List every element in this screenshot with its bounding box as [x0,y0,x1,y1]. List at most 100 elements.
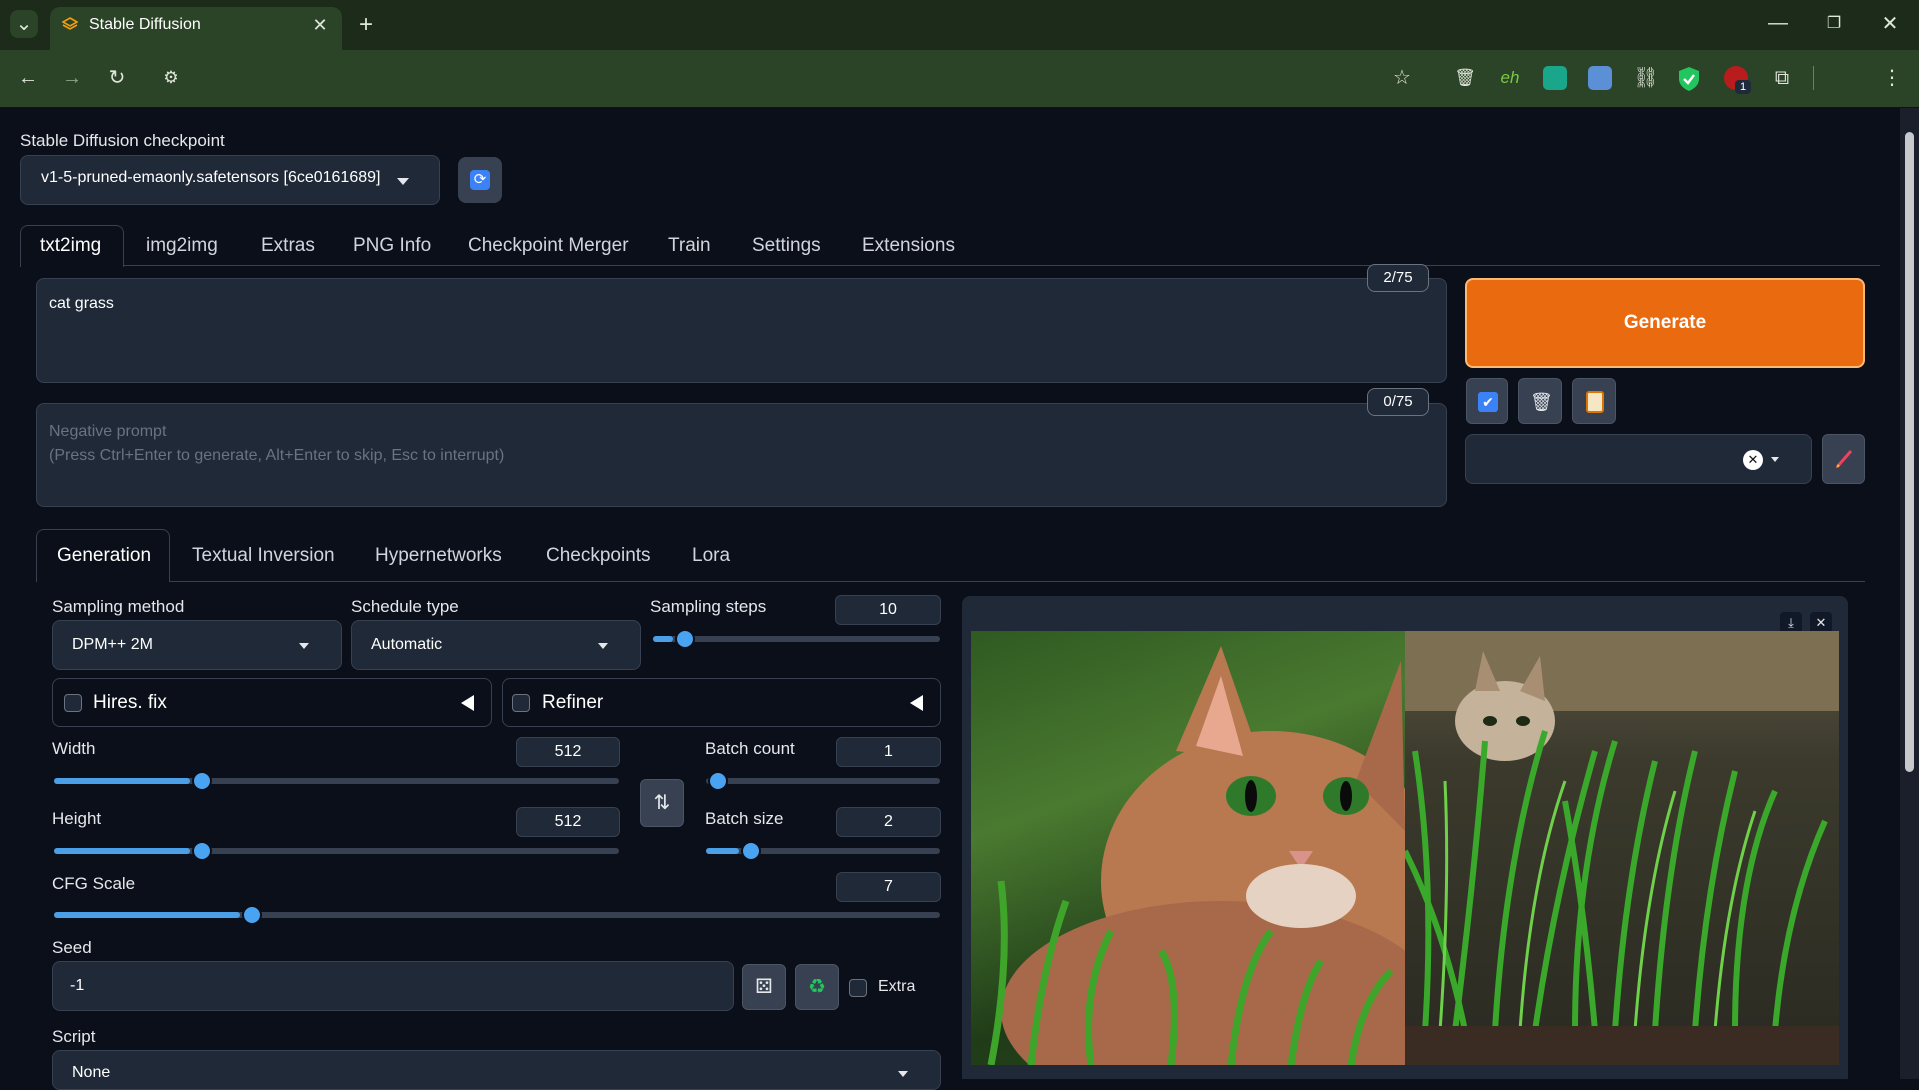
checkpoint-caret-icon [397,178,409,185]
shield-icon[interactable] [1677,66,1701,92]
toolbar-divider [1813,66,1814,90]
batch-count-slider[interactable] [706,771,940,791]
refiner-label: Refiner [542,692,604,713]
paste-params-button[interactable] [1572,378,1616,424]
checkpoint-label: Stable Diffusion checkpoint [20,131,225,150]
forward-icon[interactable]: → [58,64,86,92]
batch-size-input[interactable]: 2 [836,807,941,837]
slider-thumb[interactable] [675,629,696,649]
seed-input[interactable] [52,961,734,1011]
puzzle-extensions-icon[interactable]: ⧉ [1768,64,1796,92]
tab-generation-label: Generation [57,545,152,566]
bookmark-star-icon[interactable]: ☆ [1388,64,1416,92]
cfg-scale-input[interactable]: 7 [836,872,941,902]
extension-badge: 1 [1735,80,1751,94]
schedule-type-value: Automatic [371,636,443,653]
clear-prompt-button[interactable]: 🗑 [1518,378,1562,424]
slider-thumb[interactable] [242,905,263,925]
slider-thumb[interactable] [191,841,212,861]
scrollbar-thumb[interactable] [1905,132,1914,772]
sampling-steps-slider[interactable] [653,629,940,649]
extension-blue-icon[interactable] [1588,66,1612,90]
refiner-collapse-icon[interactable] [910,695,923,711]
sampling-steps-input[interactable]: 10 [835,595,941,625]
height-slider[interactable] [54,841,619,861]
tab-textual-inversion[interactable]: Textual Inversion [192,545,335,567]
edit-styles-button[interactable] [1822,434,1865,484]
generate-label: Generate [1623,312,1707,333]
extra-seed-checkbox[interactable] [849,979,867,997]
script-dropdown[interactable] [52,1050,941,1090]
hires-fix-checkbox[interactable] [64,694,82,712]
slider-thumb[interactable] [708,771,728,791]
slider-track[interactable] [706,778,940,784]
negative-prompt-placeholder: Negative prompt (Press Ctrl+Enter to gen… [49,423,505,464]
width-input[interactable]: 512 [516,737,620,767]
stable-diffusion-favicon-icon [61,17,79,33]
height-label: Height [52,809,102,828]
slider-thumb[interactable] [191,771,212,791]
generated-image-cat-in-grass[interactable] [1405,631,1839,1065]
tab-train[interactable]: Train [668,235,711,257]
refresh-icon: ⟳ [470,170,490,190]
main-tabs-divider [20,265,1880,266]
extension-eh-icon[interactable]: eh [1496,64,1524,92]
refiner-checkbox[interactable] [512,694,530,712]
trash-icon: 🗑 [1530,392,1553,412]
extension-green-icon[interactable] [1543,66,1567,90]
prompt-text: cat grass [49,295,114,312]
hires-collapse-icon[interactable] [461,695,474,711]
tab-checkpoints[interactable]: Checkpoints [546,545,651,567]
clipboard-icon [1586,391,1604,413]
batch-count-label: Batch count [705,739,795,758]
tab-checkpoint-merger[interactable]: Checkpoint Merger [468,235,629,257]
hires-fix-label: Hires. fix [93,692,167,713]
generated-image-cat-closeup[interactable] [971,631,1405,1065]
new-tab-button[interactable]: + [352,11,380,39]
sampling-method-label: Sampling method [52,597,185,616]
extension-trash-icon[interactable]: 🗑 [1451,64,1479,92]
batch-count-input[interactable]: 1 [836,737,941,767]
tab-img2img[interactable]: img2img [146,235,218,257]
slider-track[interactable] [653,636,940,642]
tab-extensions[interactable]: Extensions [862,235,955,257]
clear-styles-icon[interactable]: ✕ [1743,450,1763,470]
site-info-icon[interactable]: ⚙ [157,64,185,92]
sub-tabs-divider [36,581,1865,582]
slider-fill [706,848,739,854]
tab-search-icon[interactable]: ⌄ [10,10,38,38]
close-window-icon[interactable]: ✕ [1876,10,1904,38]
schedule-type-label: Schedule type [351,597,459,616]
tab-settings[interactable]: Settings [752,235,821,257]
link-icon[interactable]: ⛓ [1632,64,1660,92]
reuse-seed-button[interactable]: ♻ [795,964,839,1010]
cfg-scale-slider[interactable] [54,905,940,925]
tab-lora[interactable]: Lora [692,545,730,567]
slider-thumb[interactable] [740,841,761,861]
minimize-icon[interactable]: — [1764,9,1792,37]
schedule-caret-icon [598,643,608,649]
menu-kebab-icon[interactable]: ⋮ [1878,64,1906,92]
sampling-caret-icon [299,643,309,649]
prompt-textarea[interactable] [36,278,1447,383]
random-seed-button[interactable]: ⚄ [742,964,786,1010]
refresh-checkpoints-button[interactable]: ⟳ [458,157,502,203]
sampling-steps-label: Sampling steps [650,597,767,616]
apply-styles-button[interactable]: ✔ [1466,378,1508,424]
batch-size-slider[interactable] [706,841,940,861]
swap-arrows-icon: ⇅ [653,792,671,814]
close-tab-icon[interactable]: ✕ [306,11,334,39]
tab-png-info[interactable]: PNG Info [353,235,431,257]
height-input[interactable]: 512 [516,807,620,837]
width-slider[interactable] [54,771,619,791]
tab-hypernetworks[interactable]: Hypernetworks [375,545,502,567]
reload-icon[interactable]: ↻ [103,64,131,92]
swap-dimensions-button[interactable]: ⇅ [640,779,684,827]
tab-extras[interactable]: Extras [261,235,315,257]
seed-value: -1 [70,977,85,994]
width-label: Width [52,739,96,758]
negative-token-counter: 0/75 [1367,388,1429,416]
restore-icon[interactable]: ❐ [1820,10,1848,38]
back-icon[interactable]: ← [14,64,42,92]
prompt-token-counter: 2/75 [1367,264,1429,292]
